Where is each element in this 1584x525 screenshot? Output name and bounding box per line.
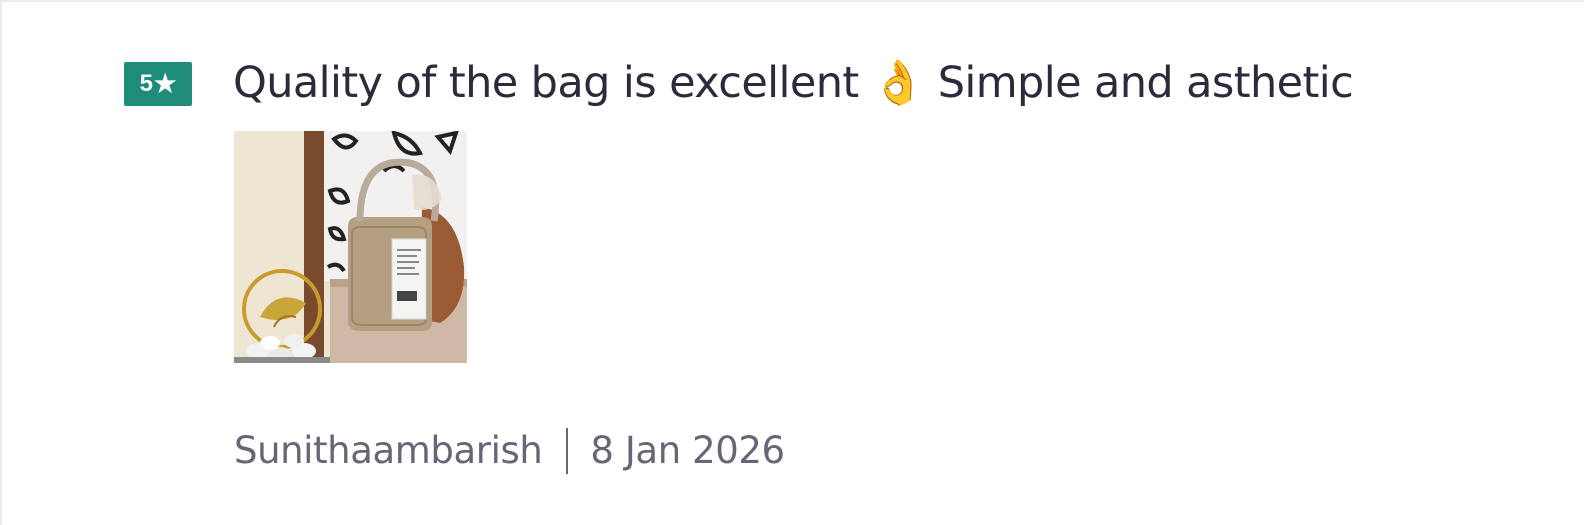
review-date: 8 Jan 2026 [590,429,785,472]
reviewer-name: Sunithaambarish [234,429,543,472]
review-photo-thumbnail[interactable] [234,131,467,363]
bag-photo-image [234,131,467,363]
review-meta: Sunithaambarish 8 Jan 2026 [234,426,785,476]
rating-badge: 5 ★ [124,62,192,106]
star-icon: ★ [153,69,177,98]
review-card: 5 ★ Quality of the bag is excellent 👌 Si… [0,0,1584,525]
review-text: Quality of the bag is excellent 👌 Simple… [233,58,1354,108]
rating-value: 5 [139,70,153,97]
meta-divider [566,428,569,474]
